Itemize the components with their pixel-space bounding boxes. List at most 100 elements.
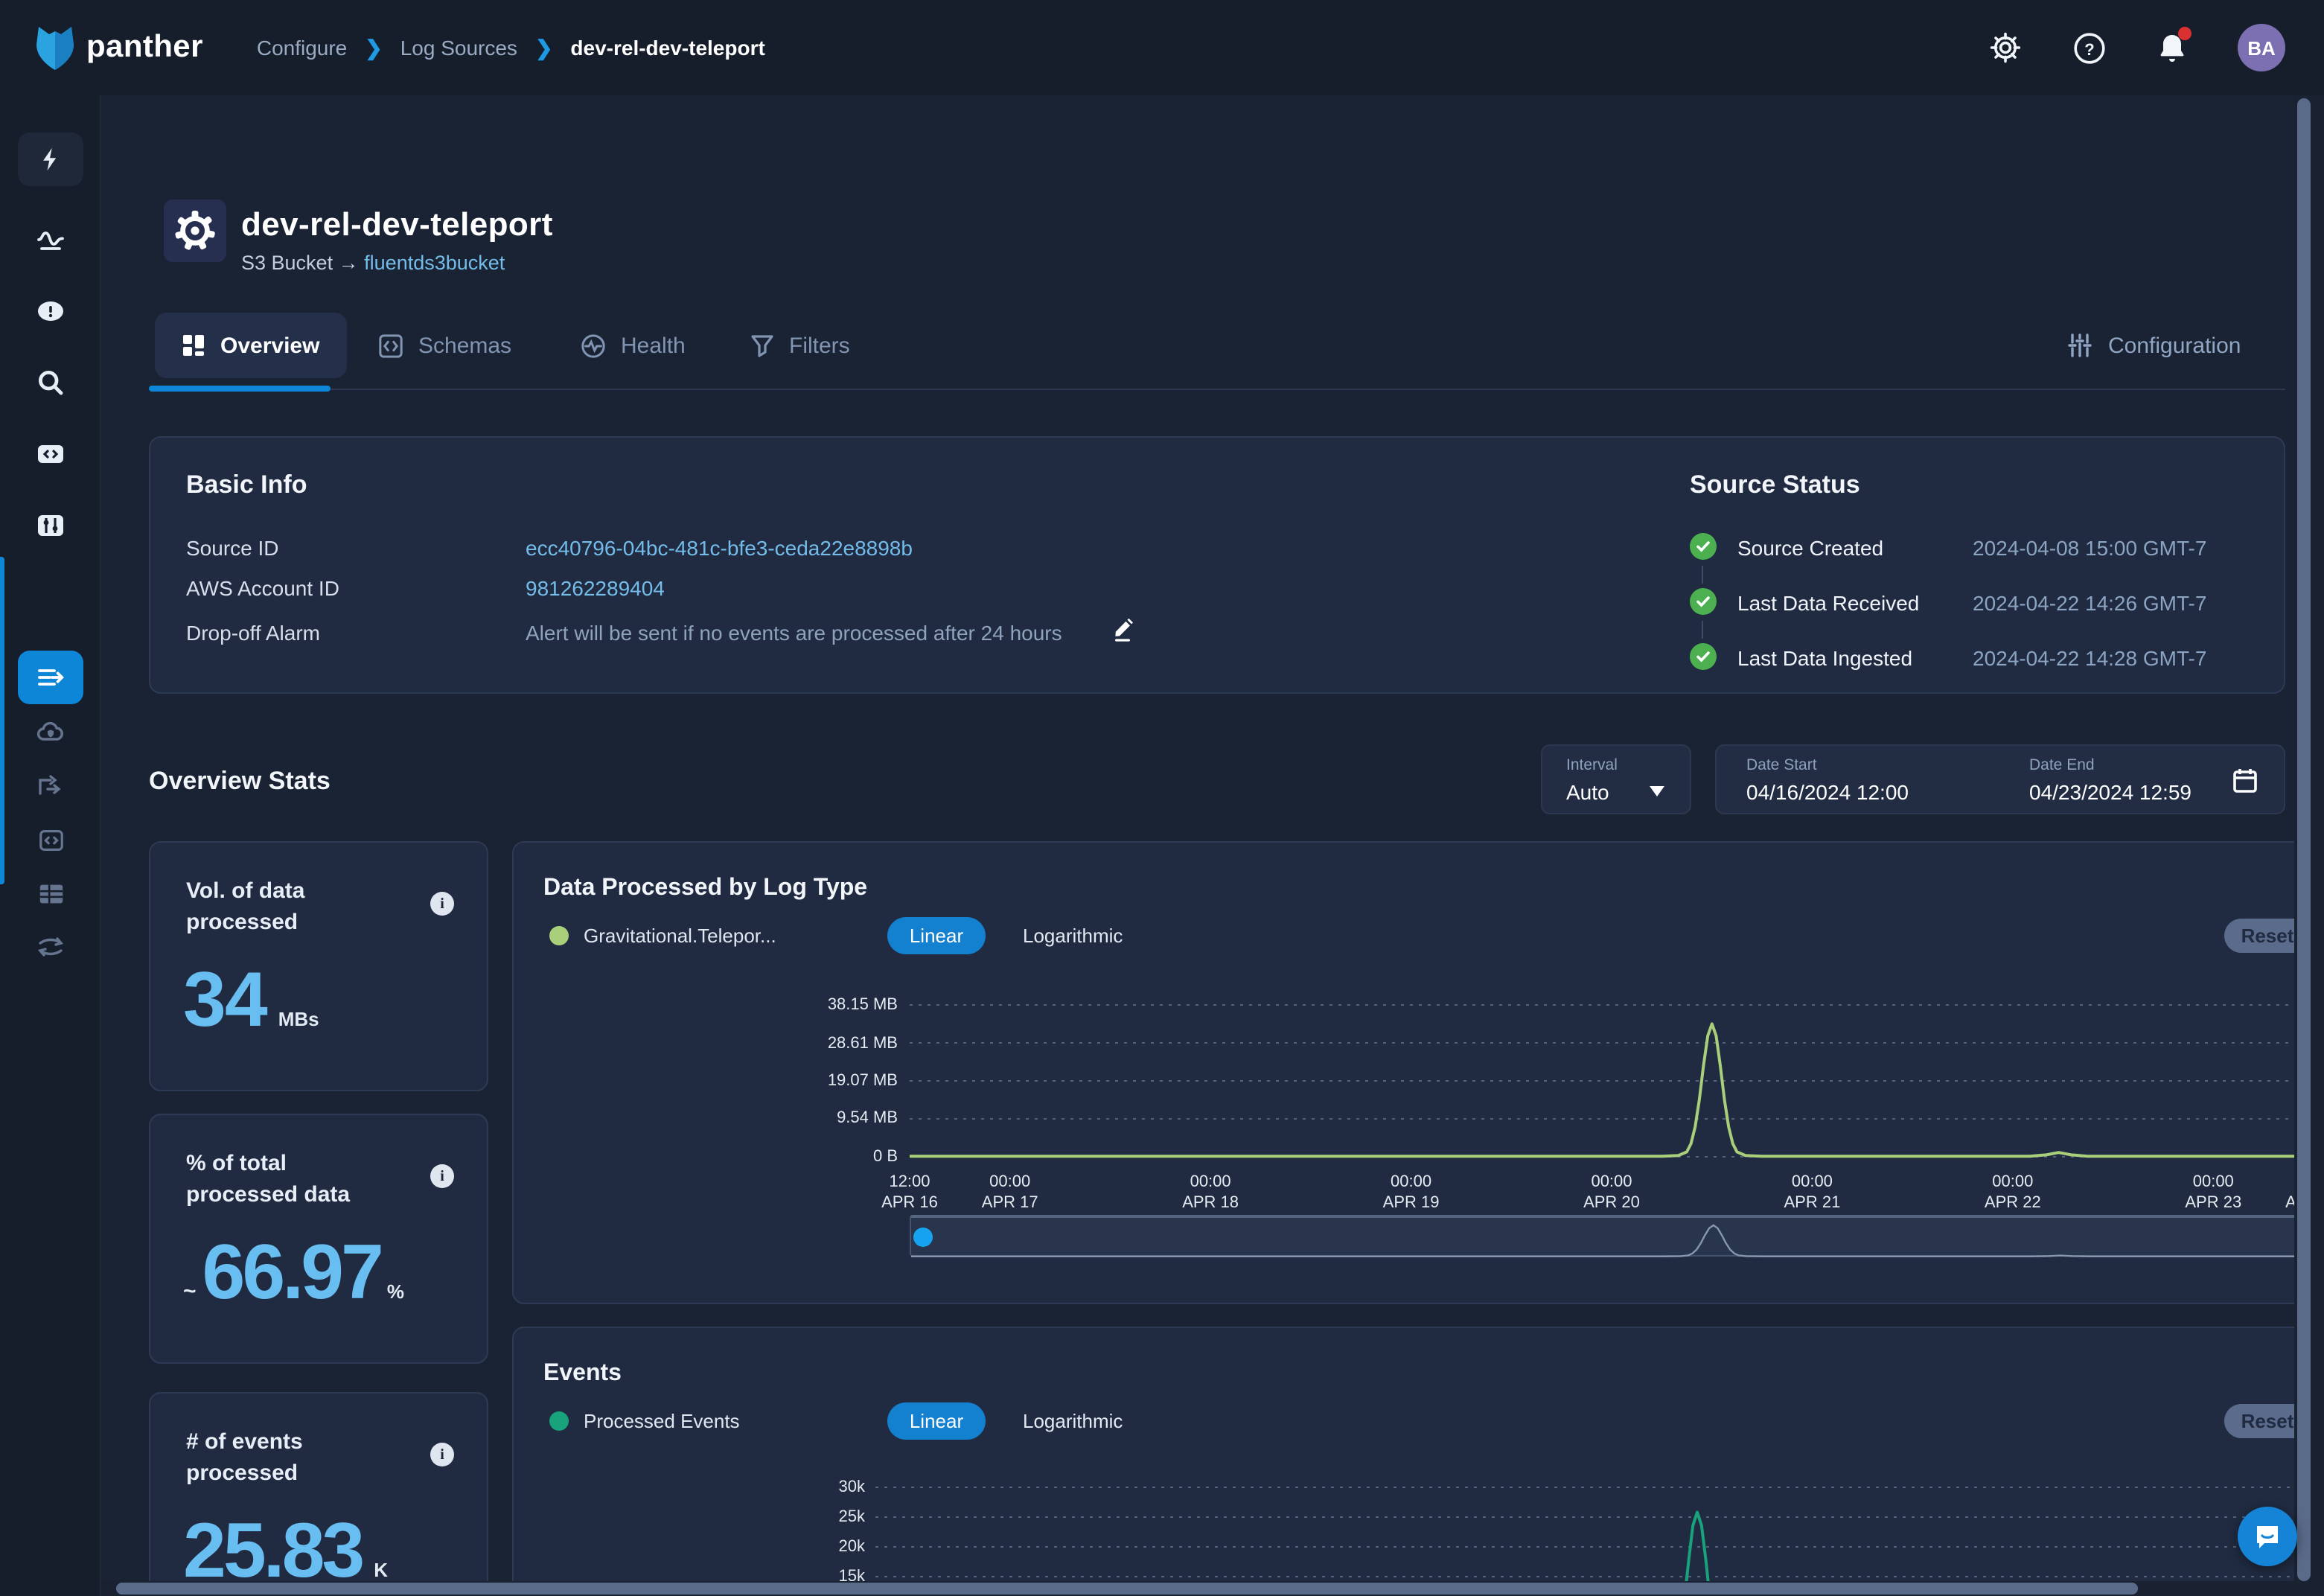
sidebar-item-query[interactable] — [18, 427, 83, 481]
aws-account-value: 981262289404 — [526, 576, 665, 600]
waveform-icon — [36, 225, 66, 255]
notifications-bell-icon[interactable] — [2154, 30, 2190, 66]
info-icon[interactable]: i — [430, 892, 454, 916]
health-pulse-icon — [581, 333, 606, 358]
info-icon[interactable]: i — [430, 1443, 454, 1466]
stat-title: # of events processed — [186, 1426, 395, 1489]
chevron-right-icon: ❯ — [535, 35, 552, 60]
top-bar: panther Configure ❯ Log Sources ❯ dev-re… — [0, 0, 2324, 95]
source-id-label: Source ID — [186, 536, 279, 560]
horizontal-scrollbar[interactable] — [116, 1583, 2138, 1595]
legend-item[interactable]: Gravitational.Telepor... — [549, 925, 776, 947]
sidebar-item-search[interactable] — [18, 356, 83, 409]
chart-title: Events — [543, 1361, 622, 1388]
date-range-picker[interactable]: Date Start 04/16/2024 12:00 Date End 04/… — [1715, 744, 2285, 814]
logarithmic-toggle-button[interactable]: Logarithmic — [1023, 925, 1123, 947]
interval-select[interactable]: Interval Auto — [1541, 744, 1691, 814]
y-tick-label: 0 B — [873, 1148, 898, 1166]
line-chart-data-processed — [910, 996, 2314, 1166]
chart-card-events: Events Processed Events Linear Logarithm… — [512, 1327, 2321, 1596]
vertical-scrollbar[interactable] — [2297, 98, 2311, 1581]
check-icon — [1690, 643, 1717, 670]
panther-logo[interactable]: panther — [33, 24, 203, 71]
chat-bubble-icon — [2253, 1522, 2282, 1551]
breadcrumb-current: dev-rel-dev-teleport — [570, 36, 764, 60]
sidebar-item-cloud-security[interactable] — [18, 706, 83, 759]
zoom-range-slider[interactable] — [910, 1215, 2314, 1257]
sidebar-item-packs[interactable] — [18, 813, 83, 866]
linear-toggle-button[interactable]: Linear — [887, 1402, 986, 1440]
sidebar-item-detections[interactable] — [18, 499, 83, 552]
breadcrumb-configure[interactable]: Configure — [257, 36, 347, 60]
sidebar-item-quick-actions[interactable] — [18, 133, 83, 186]
cloud-shield-icon — [36, 718, 66, 747]
tab-schemas[interactable]: Schemas — [351, 313, 538, 378]
status-label: Last Data Ingested — [1737, 646, 1912, 670]
active-tab-indicator — [149, 386, 331, 392]
legend-dot — [549, 926, 569, 945]
x-axis-labels: 12:00APR 1600:00APR 1700:00APR 1800:00AP… — [910, 1172, 2314, 1216]
sidebar-item-tables[interactable] — [18, 866, 83, 920]
y-axis-labels: 38.15 MB28.61 MB19.07 MB9.54 MB0 B — [761, 996, 898, 1163]
code-icon — [36, 439, 66, 469]
search-icon — [36, 368, 66, 398]
linear-toggle-button[interactable]: Linear — [887, 917, 986, 954]
settings-gear-icon[interactable] — [1988, 30, 2023, 66]
y-axis-labels: 30k25k20k15k — [761, 1477, 865, 1596]
stat-card-events: # of events processed i 25.83 K — [149, 1392, 488, 1596]
breadcrumb-log-sources[interactable]: Log Sources — [400, 36, 517, 60]
configuration-button[interactable]: Configuration — [2066, 313, 2241, 378]
sidebar-item-log-sources[interactable] — [18, 651, 83, 704]
date-start-label: Date Start — [1746, 756, 1817, 774]
chart-card-data-processed: Data Processed by Log Type Gravitational… — [512, 841, 2321, 1304]
y-tick-label: 30k — [839, 1478, 866, 1496]
status-connector — [1702, 566, 1703, 584]
stat-unit: MBs — [278, 1008, 319, 1030]
x-tick-label: 00:00APR 23 — [2185, 1172, 2241, 1213]
tab-overview-label: Overview — [220, 333, 319, 358]
sidebar-item-monitoring[interactable] — [18, 213, 83, 266]
sidebar-active-accent — [0, 557, 4, 884]
brand-name: panther — [86, 30, 203, 66]
info-icon[interactable]: i — [430, 1164, 454, 1188]
notification-badge — [2178, 27, 2191, 40]
source-type: S3 Bucket — [241, 252, 333, 274]
sidebar-item-alerts[interactable] — [18, 284, 83, 338]
logarithmic-toggle-button[interactable]: Logarithmic — [1023, 1410, 1123, 1432]
log-sources-icon — [36, 663, 66, 692]
help-icon[interactable]: ? — [2071, 30, 2107, 66]
stat-card-percent: % of total processed data i ~ 66.97 % — [149, 1114, 488, 1364]
tab-health-label: Health — [621, 333, 686, 358]
tabs-divider — [155, 389, 2285, 390]
source-id-value: ecc40796-04bc-481c-bfe3-ceda22e8898b — [526, 536, 913, 560]
chat-launcher-button[interactable] — [2238, 1507, 2297, 1566]
check-icon — [1690, 533, 1717, 560]
zoom-handle-left[interactable] — [913, 1227, 933, 1246]
dropoff-alarm-value: Alert will be sent if no events are proc… — [526, 621, 1062, 645]
status-label: Source Created — [1737, 536, 1883, 560]
breadcrumb: Configure ❯ Log Sources ❯ dev-rel-dev-te… — [257, 35, 765, 60]
avatar[interactable]: BA — [2238, 24, 2285, 71]
edit-pencil-icon[interactable] — [1111, 618, 1134, 643]
legend-item[interactable]: Processed Events — [549, 1410, 740, 1432]
tab-filters[interactable]: Filters — [724, 313, 877, 378]
aws-account-label: AWS Account ID — [186, 576, 339, 600]
calendar-icon — [2232, 767, 2258, 795]
page-subtitle: S3 Bucket → fluentds3bucket — [241, 252, 505, 274]
interval-label: Interval — [1566, 756, 1618, 774]
tab-overview[interactable]: Overview — [155, 313, 346, 378]
y-tick-label: 9.54 MB — [837, 1110, 898, 1128]
bucket-link[interactable]: fluentds3bucket — [364, 252, 505, 274]
sidebar-item-transforms[interactable] — [18, 920, 83, 974]
overview-stats-title: Overview Stats — [149, 767, 331, 797]
sidebar — [0, 95, 101, 1596]
funnel-icon — [750, 333, 774, 357]
status-connector — [1702, 621, 1703, 639]
arrow-right-icon: → — [339, 252, 359, 274]
date-start-value: 04/16/2024 12:00 — [1746, 780, 1909, 804]
legend-label: Processed Events — [584, 1410, 740, 1432]
date-end-label: Date End — [2029, 756, 2095, 774]
lightning-icon — [37, 146, 64, 173]
sidebar-item-data-routing[interactable] — [18, 759, 83, 813]
tab-health[interactable]: Health — [554, 313, 712, 378]
